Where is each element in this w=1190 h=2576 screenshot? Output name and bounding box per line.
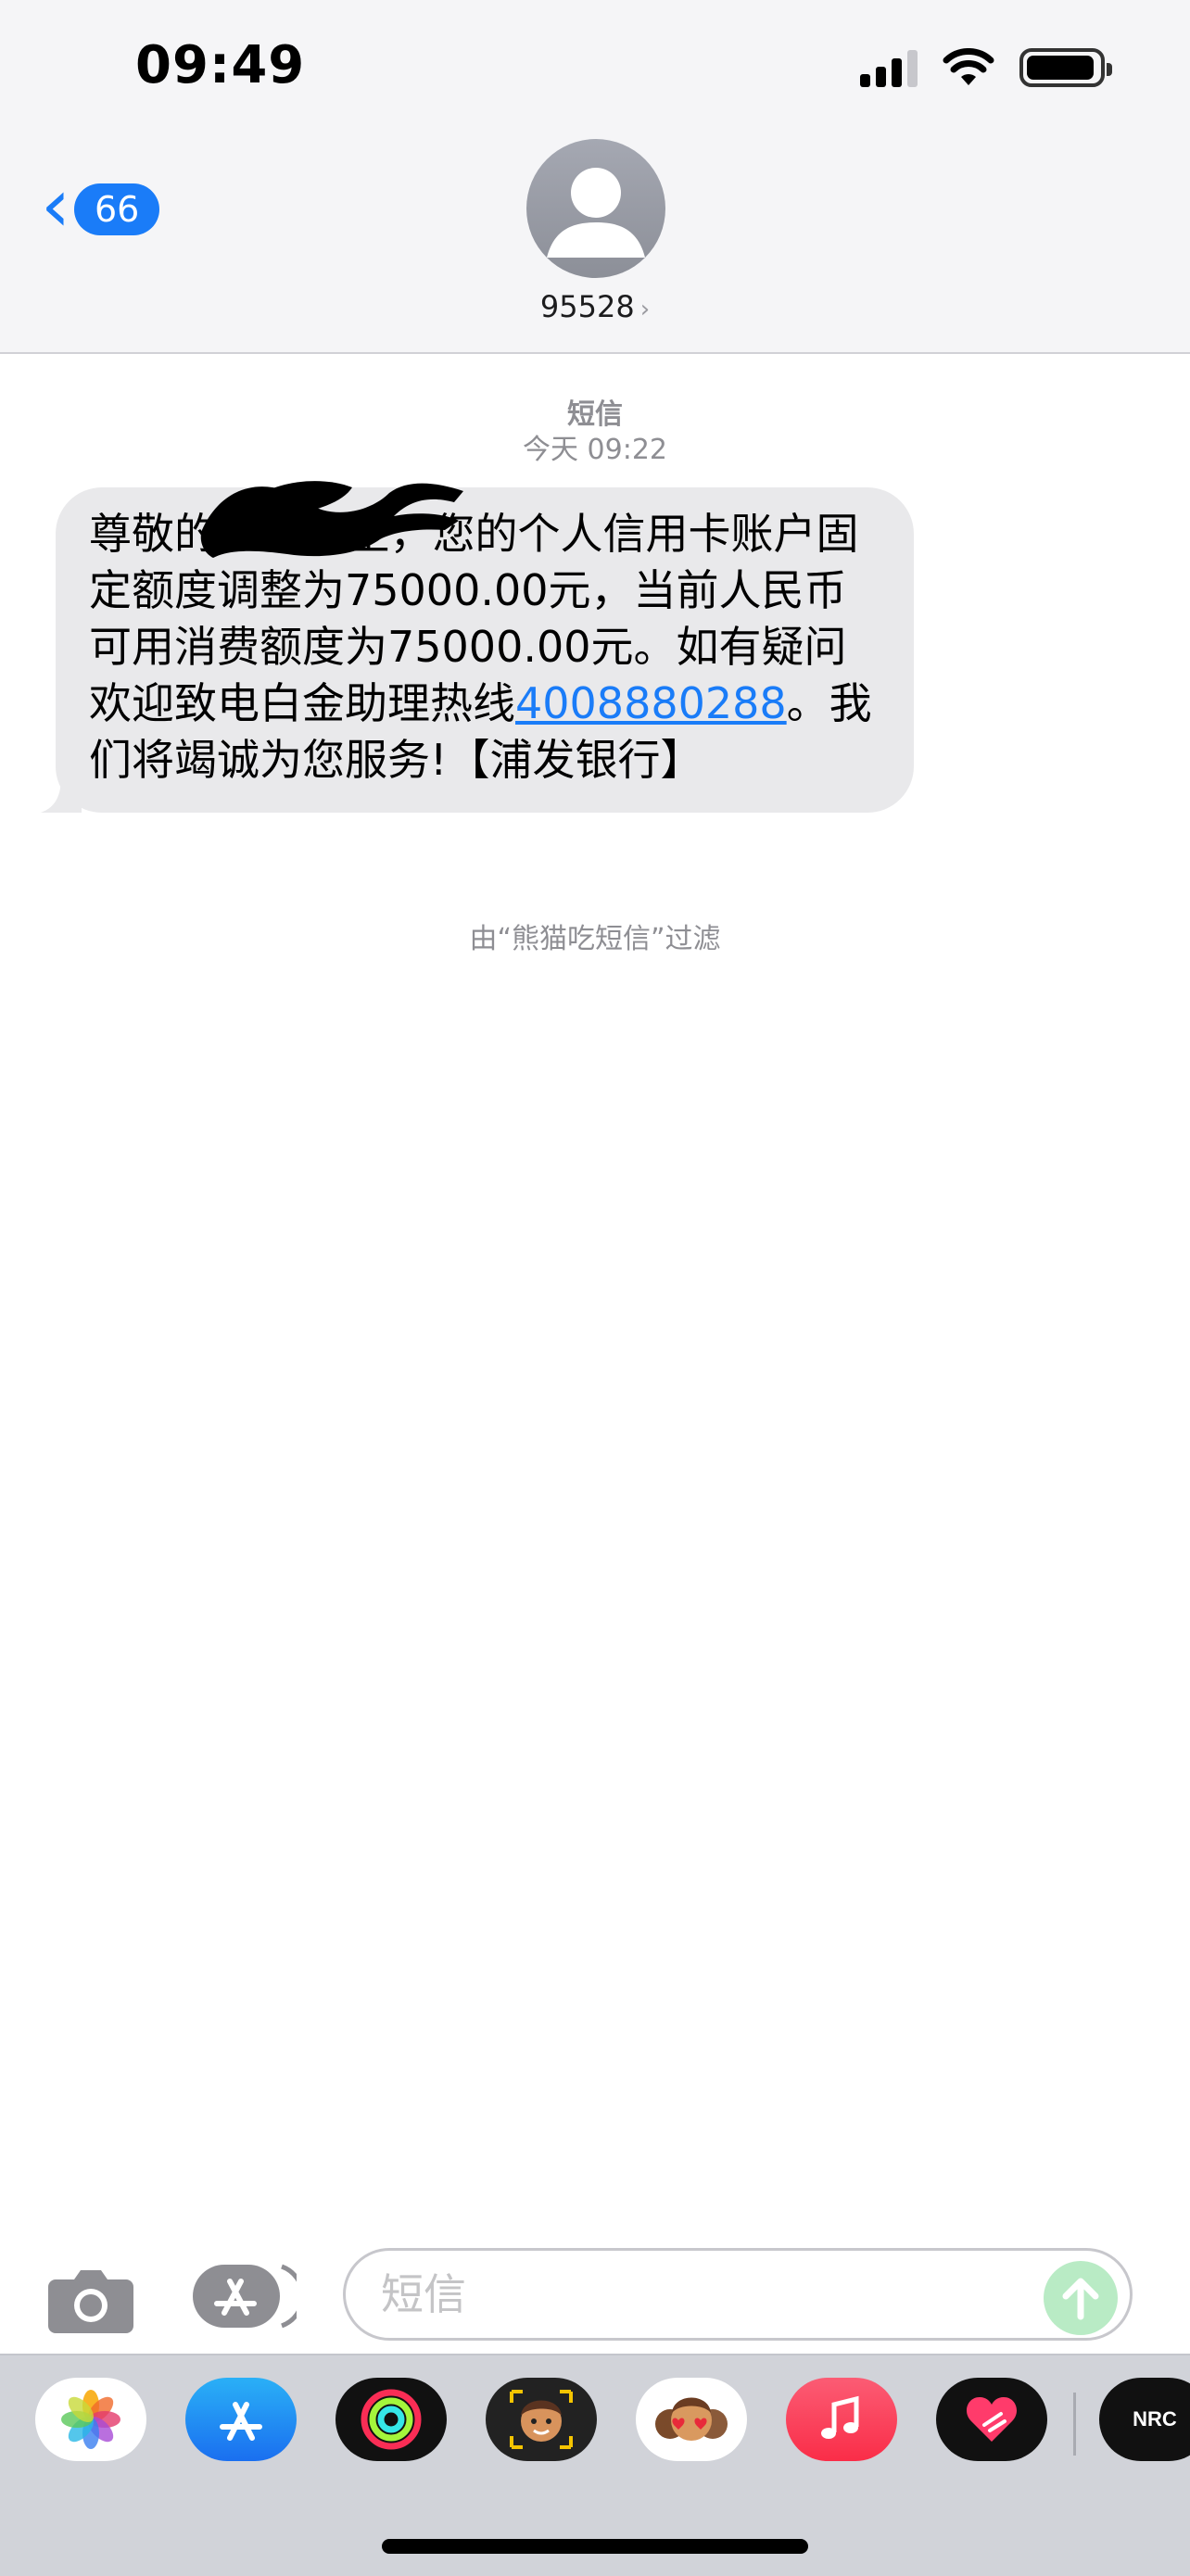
camera-icon[interactable] bbox=[48, 2267, 133, 2333]
cellular-signal-icon bbox=[860, 48, 918, 87]
music-note-icon bbox=[821, 2395, 859, 2439]
heart-touch-icon bbox=[966, 2397, 1018, 2442]
contact-avatar[interactable] bbox=[526, 139, 665, 278]
filter-note: 由“熊猫吃短信”过滤 bbox=[469, 923, 721, 955]
home-indicator[interactable] bbox=[382, 2539, 808, 2554]
nike-run-club-app-icon[interactable]: NRC bbox=[1099, 2378, 1190, 2461]
arrow-up-icon bbox=[1062, 2278, 1099, 2320]
chevron-right-icon: › bbox=[639, 296, 651, 323]
app-store-app-icon[interactable] bbox=[185, 2378, 297, 2461]
digital-touch-app-icon[interactable] bbox=[936, 2378, 1047, 2461]
imessage-app-drawer: NRC bbox=[0, 2354, 1190, 2576]
wifi-icon bbox=[943, 48, 994, 85]
message-input[interactable] bbox=[343, 2248, 1133, 2341]
person-silhouette-icon bbox=[547, 168, 645, 258]
redaction-scribble bbox=[200, 481, 463, 558]
music-app-icon[interactable] bbox=[786, 2378, 897, 2461]
unread-count-badge: 66 bbox=[74, 183, 160, 235]
message-bubble[interactable]: 尊敬的XXX先生，您的个人信用卡账户固定额度调整为75000.00元，当前人民币… bbox=[41, 481, 914, 813]
back-button[interactable]: ‹ 66 bbox=[41, 169, 160, 243]
status-time: 09:49 bbox=[135, 35, 306, 95]
drawer-divider bbox=[1073, 2393, 1076, 2456]
photos-app-icon[interactable] bbox=[35, 2378, 146, 2461]
photos-flower-icon bbox=[61, 2390, 120, 2449]
memoji-face-icon bbox=[510, 2390, 573, 2449]
battery-fill bbox=[1027, 56, 1095, 80]
phone-number-link[interactable]: 4008880288 bbox=[515, 678, 787, 728]
battery-icon bbox=[1019, 48, 1112, 87]
activity-rings-icon bbox=[361, 2389, 422, 2450]
status-icons bbox=[860, 44, 1112, 91]
nrc-label: NRC bbox=[1133, 2407, 1177, 2431]
navigation-header: 09:49 ‹ 66 95528 › bbox=[0, 0, 1190, 354]
chevron-left-icon: ‹ bbox=[41, 162, 70, 248]
app-store-glyph-icon bbox=[220, 2402, 262, 2441]
memoji-stickers-icon bbox=[655, 2397, 728, 2441]
send-button[interactable] bbox=[1044, 2261, 1118, 2335]
fitness-app-icon[interactable] bbox=[335, 2378, 447, 2461]
message-text: 尊敬的XXX先生，您的个人信用卡账户固定额度调整为75000.00元，当前人民币… bbox=[56, 487, 914, 813]
message-composer bbox=[0, 2233, 1190, 2354]
message-timestamp: 今天 09:22 bbox=[523, 434, 667, 466]
contact-name: 95528 bbox=[539, 289, 635, 324]
contact-name-button[interactable]: 95528 › bbox=[0, 289, 1190, 324]
animoji-stickers-app-icon[interactable] bbox=[636, 2378, 747, 2461]
memoji-app-icon[interactable] bbox=[486, 2378, 597, 2461]
app-store-drawer-icon[interactable] bbox=[193, 2261, 297, 2331]
